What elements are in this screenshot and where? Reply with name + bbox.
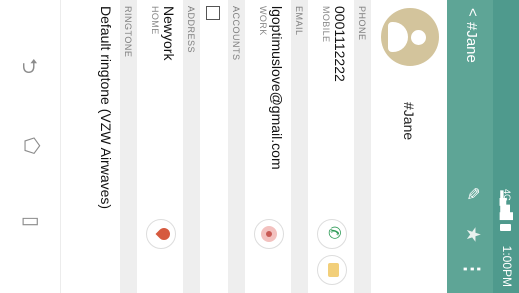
- map-button[interactable]: [146, 219, 176, 249]
- battery-icon: [500, 224, 511, 231]
- map-pin-icon: [155, 225, 173, 243]
- ringtone-row[interactable]: Default ringtone (VZW Airwaves): [80, 0, 120, 293]
- star-icon[interactable]: ★: [461, 226, 484, 243]
- address-row[interactable]: Newyork HOME: [137, 0, 183, 293]
- phone-type: MOBILE: [321, 6, 331, 43]
- action-bar-title: #Jane: [463, 22, 480, 63]
- avatar: [381, 8, 439, 66]
- more-options-icon[interactable]: ⋮: [460, 259, 485, 279]
- avatar-body-icon: [388, 22, 408, 52]
- nav-back-icon[interactable]: ⮌: [10, 58, 44, 74]
- contact-header: #Jane: [370, 0, 447, 293]
- contact-detail-screen: 4G ▂▄▆█ 1:00PM < #Jane ✎ ★ ⋮ #Jane PHONE…: [0, 0, 519, 293]
- action-bar: < #Jane ✎ ★ ⋮: [447, 0, 493, 293]
- email-type: WORK: [258, 6, 268, 36]
- back-arrow-icon[interactable]: <: [464, 8, 481, 17]
- nav-recent-apps-icon[interactable]: ▯: [19, 216, 44, 227]
- phone-number: 0001112222: [332, 6, 348, 82]
- section-header-email: EMAIL: [291, 0, 308, 293]
- address-type: HOME: [150, 6, 160, 35]
- account-checkbox[interactable]: [206, 6, 220, 20]
- contact-name: #Jane: [401, 102, 417, 141]
- email-address: lgoptimuslove@gmail.com: [269, 6, 285, 170]
- email-row[interactable]: lgoptimuslove@gmail.com WORK: [245, 0, 291, 293]
- email-icon: [261, 226, 277, 242]
- section-header-phone: PHONE: [354, 0, 371, 293]
- address-value: Newyork: [161, 6, 177, 61]
- send-email-button[interactable]: [254, 219, 284, 249]
- section-header-accounts: ACCOUNTS: [228, 0, 245, 293]
- section-header-address: ADDRESS: [183, 0, 200, 293]
- section-header-ringtone: RINGTONE: [120, 0, 137, 293]
- accounts-row[interactable]: [200, 0, 228, 293]
- avatar-head-icon: [411, 30, 426, 45]
- status-bar: 4G ▂▄▆█ 1:00PM: [493, 0, 519, 293]
- message-button[interactable]: [317, 255, 347, 285]
- navigation-bar: ⮌ ⬠ ▯: [0, 0, 61, 293]
- signal-icon: ▂▄▆█: [500, 190, 512, 219]
- nav-home-icon[interactable]: ⬠: [19, 137, 44, 154]
- phone-row[interactable]: 0001112222 MOBILE ✆: [308, 0, 354, 293]
- edit-icon[interactable]: ✎: [462, 187, 482, 201]
- screenshot-stage: 4G ▂▄▆█ 1:00PM < #Jane ✎ ★ ⋮ #Jane PHONE…: [0, 0, 519, 293]
- ringtone-value: Default ringtone (VZW Airwaves): [98, 6, 114, 210]
- call-button[interactable]: ✆: [317, 219, 347, 249]
- status-time: 1:00PM: [500, 245, 514, 287]
- message-icon: [328, 263, 339, 277]
- phone-call-icon: ✆: [325, 226, 342, 240]
